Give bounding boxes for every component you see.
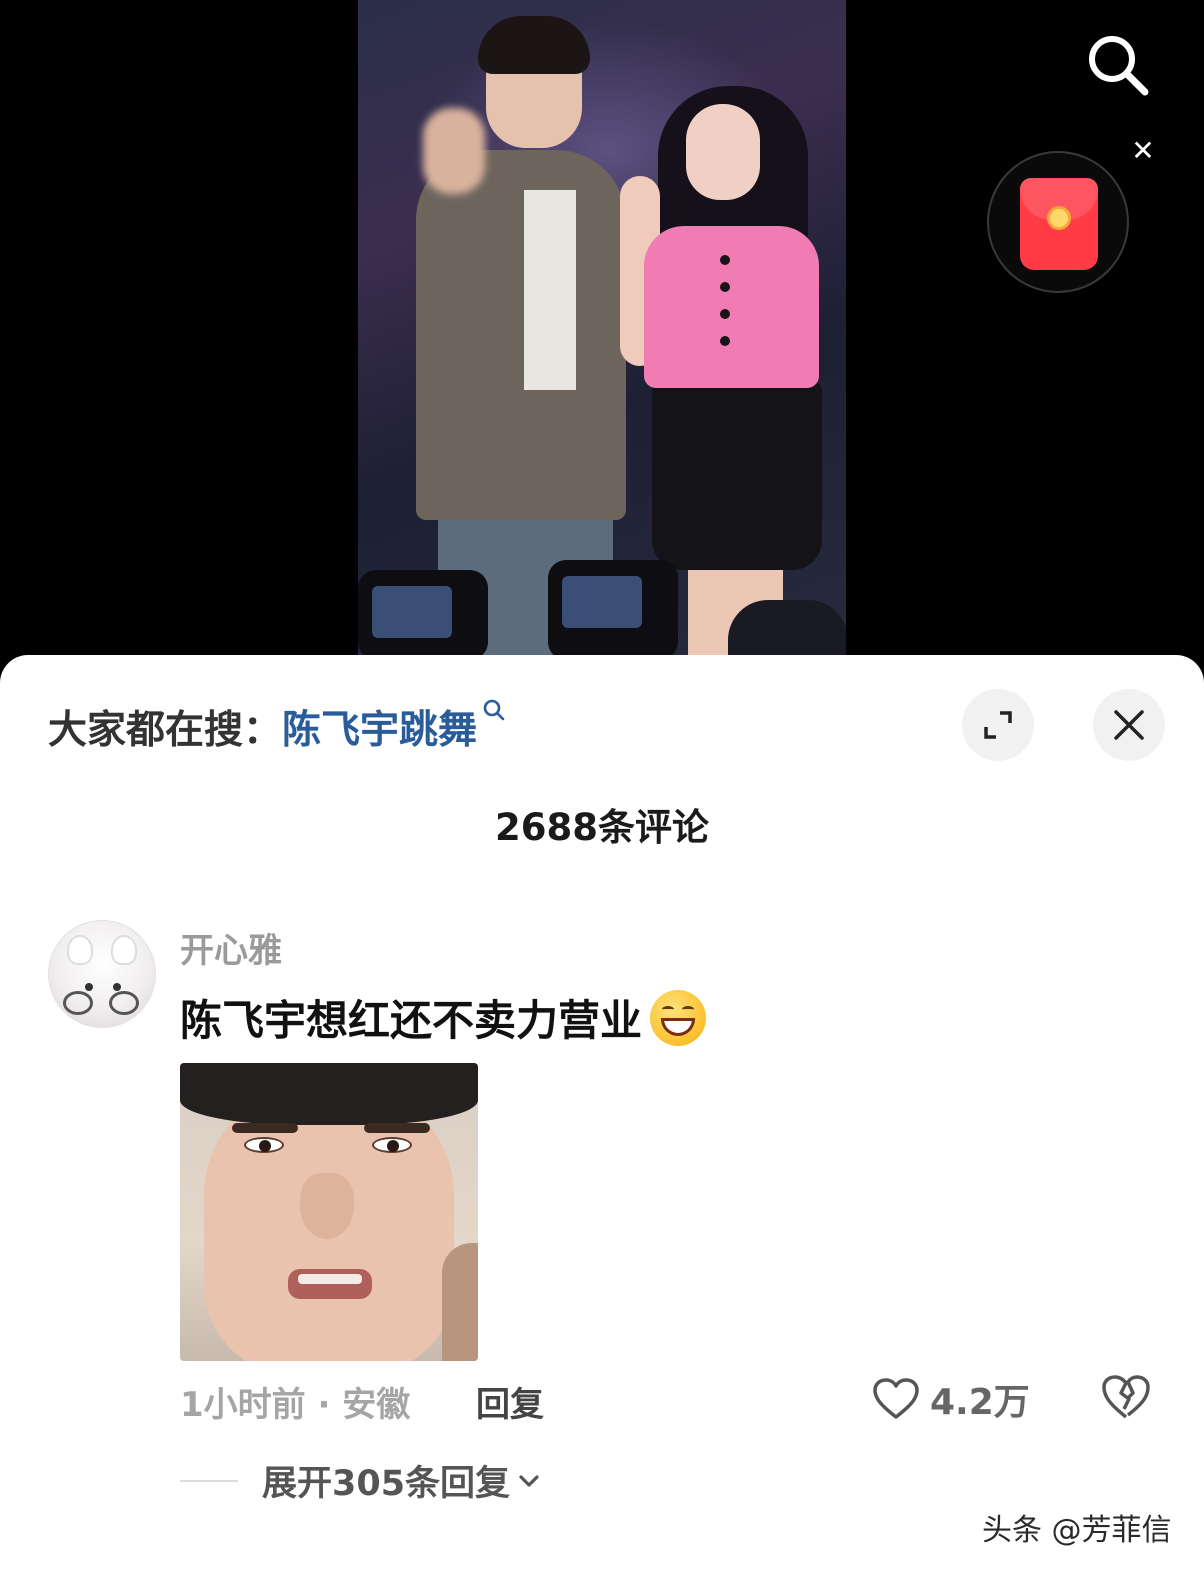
video-frame[interactable] xyxy=(358,0,846,655)
man-blazer xyxy=(416,150,626,520)
close-icon[interactable]: ✕ xyxy=(1128,136,1158,166)
like-button[interactable]: 4.2万 xyxy=(872,1373,1030,1425)
expand-replies-button[interactable]: 展开305条回复 xyxy=(180,1455,542,1506)
hot-search-prefix: 大家都在搜： xyxy=(48,708,283,753)
top-button xyxy=(720,336,730,346)
comment-username[interactable]: 开心雅 xyxy=(180,923,282,972)
comment-time-location: 1小时前 · 安徽 xyxy=(180,1385,411,1425)
search-icon xyxy=(483,699,505,721)
audience-head xyxy=(728,600,846,655)
red-packet-button[interactable] xyxy=(987,151,1129,293)
comment-text: 陈飞宇想红还不卖力营业 xyxy=(180,996,643,1045)
press-camera xyxy=(548,560,678,655)
top-button xyxy=(720,309,730,319)
man-shirt xyxy=(524,190,576,390)
dislike-button[interactable] xyxy=(1100,1373,1152,1423)
comment-panel: 大家都在搜： 陈飞宇跳舞 2688条评论 开心雅 陈飞宇想红还不卖力营业 1小时… xyxy=(0,655,1204,1572)
hot-search-keyword[interactable]: 陈飞宇跳舞 xyxy=(282,699,477,755)
hot-search-bar[interactable]: 大家都在搜： 陈飞宇跳舞 xyxy=(48,699,507,755)
red-packet-icon xyxy=(1020,178,1098,270)
reply-button[interactable]: 回复 xyxy=(476,1377,544,1426)
search-icon[interactable] xyxy=(1085,32,1151,98)
close-icon xyxy=(1114,710,1144,740)
video-player[interactable]: ✕ xyxy=(0,0,1204,660)
like-count: 4.2万 xyxy=(930,1382,1030,1423)
grin-emoji-icon xyxy=(650,989,707,1046)
top-button xyxy=(720,255,730,265)
comment-body: 陈飞宇想红还不卖力营业 xyxy=(180,987,707,1048)
press-camera xyxy=(358,570,488,655)
woman-skirt xyxy=(652,382,822,570)
chevron-down-icon xyxy=(519,1474,539,1487)
avatar[interactable] xyxy=(48,920,156,1028)
man-hair xyxy=(478,16,590,74)
broken-heart-icon xyxy=(1102,1375,1150,1419)
close-panel-button[interactable] xyxy=(1093,689,1165,761)
comment-meme-image[interactable] xyxy=(180,1063,478,1361)
comment-count: 2688条评论 xyxy=(495,806,709,849)
heart-icon xyxy=(873,1378,919,1419)
top-button xyxy=(720,282,730,292)
expand-replies-label: 展开305条回复 xyxy=(262,1464,511,1504)
woman-pink-top xyxy=(644,226,819,388)
watermark: 头条 @芳菲信 xyxy=(982,1513,1172,1548)
woman-head xyxy=(686,104,760,200)
divider-line xyxy=(180,1479,238,1482)
expand-icon xyxy=(984,711,1012,739)
expand-button[interactable] xyxy=(962,689,1034,761)
man-blurred-hand xyxy=(423,108,485,194)
